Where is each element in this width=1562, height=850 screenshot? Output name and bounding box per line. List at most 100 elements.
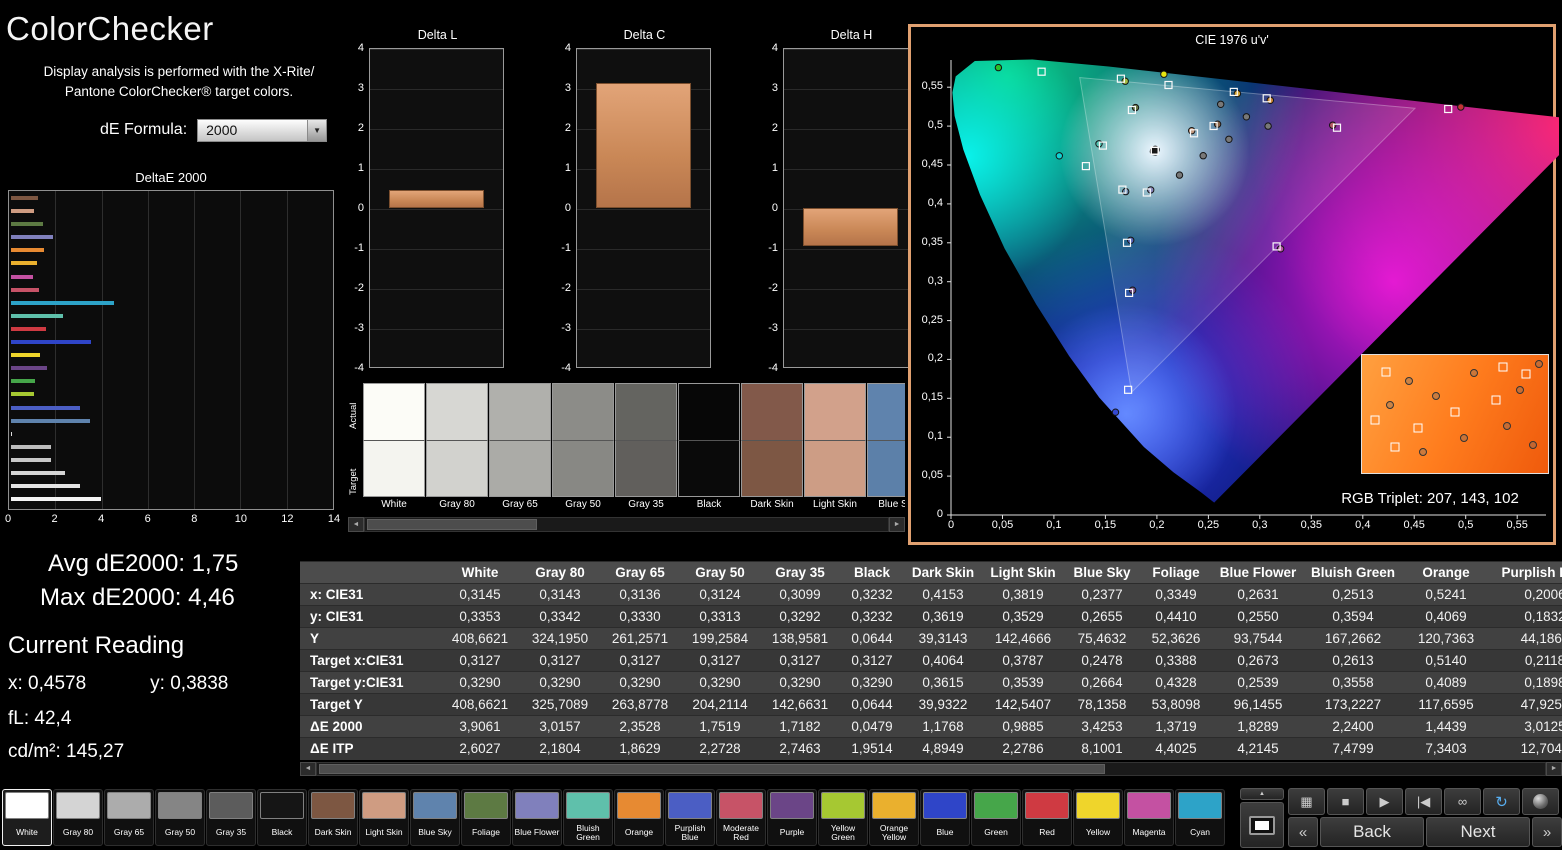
axis-tick-label: -2 <box>354 282 364 294</box>
delta-bar <box>595 82 692 208</box>
patch-button-gray-80[interactable]: Gray 80 <box>53 789 103 846</box>
cell: 4,8949 <box>904 737 982 760</box>
cell: 325,7089 <box>520 693 600 716</box>
deltae-bar <box>11 457 52 462</box>
cell: 0,3349 <box>1140 583 1212 606</box>
cell: 12,7042 <box>1490 737 1562 760</box>
next-fast-button[interactable]: » <box>1532 817 1562 847</box>
table-scroll-right-button[interactable]: ► <box>1546 761 1562 776</box>
patch-label: Light Skin <box>365 827 403 838</box>
pattern-button[interactable]: ▦ <box>1288 788 1325 815</box>
cell: 3,0157 <box>520 715 600 738</box>
deltae-bar <box>11 497 101 502</box>
patch-button-magenta[interactable]: Magenta <box>1124 789 1174 846</box>
cell: 0,3615 <box>904 671 982 694</box>
cell: 167,2662 <box>1304 627 1402 650</box>
back-fast-button[interactable]: « <box>1288 817 1318 847</box>
patch-button-dark-skin[interactable]: Dark Skin <box>308 789 358 846</box>
cell: 0,3290 <box>600 671 680 694</box>
axis-tick-label: -3 <box>561 322 571 334</box>
cell: 324,1950 <box>520 627 600 650</box>
patch-button-purplish-blue[interactable]: Purplish Blue <box>665 789 715 846</box>
axis-tick-label: 0,05 <box>921 469 943 482</box>
scroll-left-icon: ◄ <box>304 765 312 772</box>
swatch-label: Blue Sky <box>878 499 905 510</box>
patch-label: Orange Yellow <box>879 822 909 842</box>
patch-button-yellow-green[interactable]: Yellow Green <box>818 789 868 846</box>
patch-button-blue[interactable]: Blue <box>920 789 970 846</box>
cell: 75,4632 <box>1064 627 1140 650</box>
de-formula-row: dE Formula: 2000 ▼ <box>100 118 352 142</box>
cell: 4,4025 <box>1140 737 1212 760</box>
patch-swatch <box>821 792 865 819</box>
patch-button-orange-yellow[interactable]: Orange Yellow <box>869 789 919 846</box>
table-scroll-track[interactable] <box>316 761 1546 776</box>
swatch-label: Gray 35 <box>628 499 664 510</box>
deltae-bar-row <box>11 300 333 305</box>
back-button[interactable]: Back <box>1320 817 1424 847</box>
patch-button-gray-35[interactable]: Gray 35 <box>206 789 256 846</box>
patch-button-blue-sky[interactable]: Blue Sky <box>410 789 460 846</box>
play-button[interactable]: ▶ <box>1366 788 1403 815</box>
axis-tick-label: 0 <box>564 202 571 214</box>
cell: 0,3232 <box>840 605 904 628</box>
axis-tick-label: 0,55 <box>921 80 943 93</box>
patch-button-orange[interactable]: Orange <box>614 789 664 846</box>
patch-label: Gray 65 <box>113 827 145 838</box>
swatch-scroll-track[interactable] <box>364 517 889 532</box>
patch-label: Yellow <box>1085 827 1111 838</box>
cell: 3,9061 <box>440 715 520 738</box>
swatch-scrollbar[interactable]: ◄ ► <box>348 517 905 532</box>
cell: 2,2728 <box>680 737 760 760</box>
de-formula-select[interactable]: 2000 ▼ <box>197 118 328 142</box>
scroll-left-button[interactable]: ◄ <box>348 517 364 532</box>
patch-label: Blue <box>936 827 954 838</box>
patch-button-white[interactable]: White <box>2 789 52 846</box>
pattern-window-button[interactable] <box>1240 802 1284 848</box>
cell: 0,2118 <box>1490 649 1562 672</box>
axis-tick-label: 0,45 <box>1403 519 1425 531</box>
table-row: ΔE 2000 3,9061 3,0157 2,3528 1,7519 1,7182 0,0… <box>300 715 1562 738</box>
patch-button-gray-65[interactable]: Gray 65 <box>104 789 154 846</box>
step-back-button[interactable]: |◀ <box>1405 788 1442 815</box>
scroll-right-button[interactable]: ► <box>889 517 905 532</box>
patch-button-purple[interactable]: Purple <box>767 789 817 846</box>
axis-tick-label: -2 <box>561 282 571 294</box>
delta-chart-body: 4 3 2 1 0 -1 -2 -3 -4 <box>552 42 711 374</box>
stats-block: Avg dE2000: 1,75 Max dE2000: 4,46 Curren… <box>8 550 300 763</box>
patch-button-red[interactable]: Red <box>1022 789 1072 846</box>
cell: 1,8289 <box>1212 715 1304 738</box>
stop-button[interactable]: ■ <box>1327 788 1364 815</box>
patch-button-light-skin[interactable]: Light Skin <box>359 789 409 846</box>
patch-button-foliage[interactable]: Foliage <box>461 789 511 846</box>
collapse-button[interactable]: ▲ <box>1240 788 1284 800</box>
cell: 0,2664 <box>1064 671 1140 694</box>
refresh-button[interactable]: ↻ <box>1483 788 1520 815</box>
patch-button-green[interactable]: Green <box>971 789 1021 846</box>
patch-button-moderate-red[interactable]: Moderate Red <box>716 789 766 846</box>
cell: 0,3232 <box>840 583 904 606</box>
axis-tick-label: 12 <box>281 513 294 525</box>
axis-tick-label: 0,2 <box>927 352 943 365</box>
patch-button-cyan[interactable]: Cyan <box>1175 789 1225 846</box>
patch-button-gray-50[interactable]: Gray 50 <box>155 789 205 846</box>
swatch-scroll-thumb[interactable] <box>367 519 537 530</box>
sphere-button[interactable] <box>1522 788 1559 815</box>
cell: 0,0644 <box>840 693 904 716</box>
step-back-icon: |◀ <box>1416 793 1431 809</box>
patch-button-blue-flower[interactable]: Blue Flower <box>512 789 562 846</box>
delta-chart: Delta C 4 3 2 1 0 -1 -2 -3 -4 <box>552 28 711 374</box>
patch-button-black[interactable]: Black <box>257 789 307 846</box>
cell: 0,4069 <box>1402 605 1490 628</box>
table-scroll-left-button[interactable]: ◄ <box>300 761 316 776</box>
patch-button-yellow[interactable]: Yellow <box>1073 789 1123 846</box>
actual-swatch <box>552 383 614 440</box>
loop-button[interactable]: ∞ <box>1444 788 1481 815</box>
column-header: Light Skin <box>982 561 1064 584</box>
next-button[interactable]: Next <box>1426 817 1530 847</box>
table-scrollbar[interactable]: ◄ ► <box>300 761 1562 776</box>
axis-tick-label: 1 <box>357 162 364 174</box>
target-marker <box>1450 407 1460 417</box>
patch-button-bluish-green[interactable]: Bluish Green <box>563 789 613 846</box>
table-scroll-thumb[interactable] <box>319 763 1105 774</box>
